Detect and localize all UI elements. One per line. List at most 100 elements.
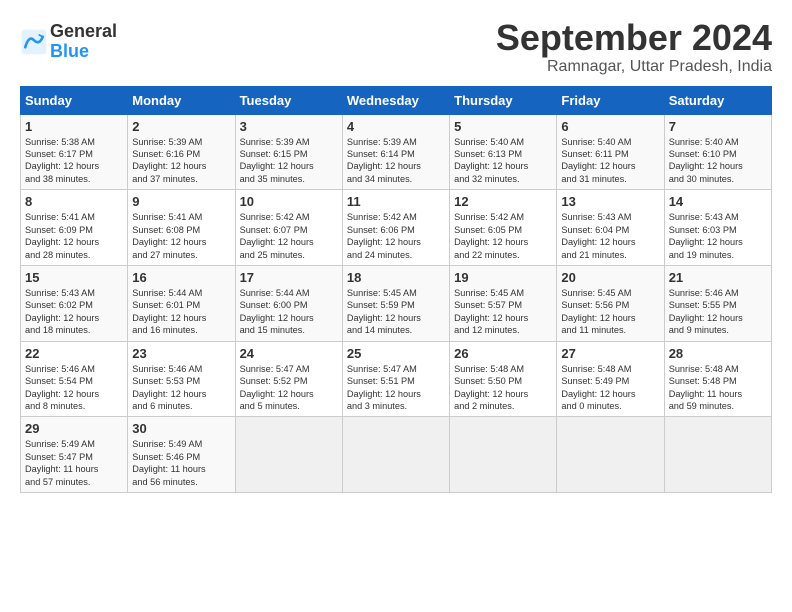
calendar-cell: 12 Sunrise: 5:42 AMSunset: 6:05 PMDayligh… [450, 190, 557, 266]
calendar-cell: 22 Sunrise: 5:46 AMSunset: 5:54 PMDayligh… [21, 341, 128, 417]
day-number: 7 [669, 119, 767, 134]
cell-content: Sunrise: 5:40 AMSunset: 6:13 PMDaylight:… [454, 136, 552, 186]
day-number: 24 [240, 346, 338, 361]
day-number: 30 [132, 421, 230, 436]
cell-content: Sunrise: 5:48 AMSunset: 5:50 PMDaylight:… [454, 363, 552, 413]
calendar-cell: 25Sunrise: 5:47 AMSunset: 5:51 PMDayligh… [342, 341, 449, 417]
calendar-cell: 16 Sunrise: 5:44 AMSunset: 6:01 PMDayligh… [128, 265, 235, 341]
calendar-cell: 21 Sunrise: 5:46 AMSunset: 5:55 PMDayligh… [664, 265, 771, 341]
day-number: 17 [240, 270, 338, 285]
day-number: 2 [132, 119, 230, 134]
calendar-cell: 4 Sunrise: 5:39 AMSunset: 6:14 PMDaylight… [342, 114, 449, 190]
calendar-cell: 6 Sunrise: 5:40 AMSunset: 6:11 PMDaylight… [557, 114, 664, 190]
calendar-cell: 9Sunrise: 5:41 AMSunset: 6:08 PMDaylight… [128, 190, 235, 266]
calendar-cell: 20 Sunrise: 5:45 AMSunset: 5:56 PMDayligh… [557, 265, 664, 341]
calendar-cell: 13 Sunrise: 5:43 AMSunset: 6:04 PMDayligh… [557, 190, 664, 266]
day-number: 9 [132, 194, 230, 209]
day-number: 16 [132, 270, 230, 285]
cell-content: Sunrise: 5:43 AMSunset: 6:04 PMDaylight:… [561, 211, 659, 261]
calendar-week-5: 29 Sunrise: 5:49 AMSunset: 5:47 PMDayligh… [21, 417, 772, 493]
cell-content: Sunrise: 5:47 AMSunset: 5:52 PMDaylight:… [240, 363, 338, 413]
logo-icon [20, 28, 48, 56]
calendar-header: Sunday Monday Tuesday Wednesday Thursday… [21, 86, 772, 114]
cell-content: Sunrise: 5:41 AMSunset: 6:09 PMDaylight:… [25, 211, 123, 261]
calendar-cell: 28Sunrise: 5:48 AMSunset: 5:48 PMDayligh… [664, 341, 771, 417]
cell-content: Sunrise: 5:45 AMSunset: 5:56 PMDaylight:… [561, 287, 659, 337]
col-wednesday: Wednesday [342, 86, 449, 114]
cell-content: Sunrise: 5:47 AMSunset: 5:51 PMDaylight:… [347, 363, 445, 413]
day-number: 22 [25, 346, 123, 361]
day-number: 15 [25, 270, 123, 285]
day-number: 18 [347, 270, 445, 285]
calendar-cell: 3 Sunrise: 5:39 AMSunset: 6:15 PMDaylight… [235, 114, 342, 190]
cell-content: Sunrise: 5:38 AMSunset: 6:17 PMDaylight:… [25, 136, 123, 186]
day-number: 26 [454, 346, 552, 361]
day-number: 20 [561, 270, 659, 285]
logo-general: General [50, 21, 117, 41]
day-number: 8 [25, 194, 123, 209]
page-container: General Blue September 2024 Ramnagar, Ut… [0, 0, 792, 503]
calendar-cell [664, 417, 771, 493]
day-number: 1 [25, 119, 123, 134]
col-saturday: Saturday [664, 86, 771, 114]
day-number: 12 [454, 194, 552, 209]
cell-content: Sunrise: 5:43 AMSunset: 6:03 PMDaylight:… [669, 211, 767, 261]
day-number: 23 [132, 346, 230, 361]
calendar-cell: 30Sunrise: 5:49 AMSunset: 5:46 PMDayligh… [128, 417, 235, 493]
day-number: 3 [240, 119, 338, 134]
day-number: 21 [669, 270, 767, 285]
cell-content: Sunrise: 5:42 AMSunset: 6:06 PMDaylight:… [347, 211, 445, 261]
title-block: September 2024 Ramnagar, Uttar Pradesh, … [496, 18, 772, 76]
calendar-cell: 1 Sunrise: 5:38 AMSunset: 6:17 PMDaylight… [21, 114, 128, 190]
calendar-cell: 10Sunrise: 5:42 AMSunset: 6:07 PMDayligh… [235, 190, 342, 266]
cell-content: Sunrise: 5:39 AMSunset: 6:16 PMDaylight:… [132, 136, 230, 186]
day-number: 13 [561, 194, 659, 209]
calendar-cell: 5Sunrise: 5:40 AMSunset: 6:13 PMDaylight… [450, 114, 557, 190]
cell-content: Sunrise: 5:44 AMSunset: 6:00 PMDaylight:… [240, 287, 338, 337]
col-tuesday: Tuesday [235, 86, 342, 114]
cell-content: Sunrise: 5:46 AMSunset: 5:54 PMDaylight:… [25, 363, 123, 413]
cell-content: Sunrise: 5:44 AMSunset: 6:01 PMDaylight:… [132, 287, 230, 337]
calendar-cell: 8 Sunrise: 5:41 AMSunset: 6:09 PMDaylight… [21, 190, 128, 266]
logo-blue: Blue [50, 41, 89, 61]
header-row: Sunday Monday Tuesday Wednesday Thursday… [21, 86, 772, 114]
cell-content: Sunrise: 5:42 AMSunset: 6:07 PMDaylight:… [240, 211, 338, 261]
cell-content: Sunrise: 5:45 AMSunset: 5:57 PMDaylight:… [454, 287, 552, 337]
cell-content: Sunrise: 5:40 AMSunset: 6:11 PMDaylight:… [561, 136, 659, 186]
calendar-cell [557, 417, 664, 493]
cell-content: Sunrise: 5:42 AMSunset: 6:05 PMDaylight:… [454, 211, 552, 261]
col-sunday: Sunday [21, 86, 128, 114]
calendar-week-2: 8 Sunrise: 5:41 AMSunset: 6:09 PMDaylight… [21, 190, 772, 266]
calendar-cell: 17 Sunrise: 5:44 AMSunset: 6:00 PMDayligh… [235, 265, 342, 341]
location: Ramnagar, Uttar Pradesh, India [496, 58, 772, 76]
calendar-cell: 19Sunrise: 5:45 AMSunset: 5:57 PMDayligh… [450, 265, 557, 341]
day-number: 27 [561, 346, 659, 361]
cell-content: Sunrise: 5:49 AMSunset: 5:47 PMDaylight:… [25, 438, 123, 488]
cell-content: Sunrise: 5:48 AMSunset: 5:49 PMDaylight:… [561, 363, 659, 413]
calendar-cell: 27 Sunrise: 5:48 AMSunset: 5:49 PMDayligh… [557, 341, 664, 417]
calendar-cell: 23Sunrise: 5:46 AMSunset: 5:53 PMDayligh… [128, 341, 235, 417]
cell-content: Sunrise: 5:43 AMSunset: 6:02 PMDaylight:… [25, 287, 123, 337]
cell-content: Sunrise: 5:40 AMSunset: 6:10 PMDaylight:… [669, 136, 767, 186]
calendar-cell: 29 Sunrise: 5:49 AMSunset: 5:47 PMDayligh… [21, 417, 128, 493]
day-number: 11 [347, 194, 445, 209]
calendar-week-4: 22 Sunrise: 5:46 AMSunset: 5:54 PMDayligh… [21, 341, 772, 417]
cell-content: Sunrise: 5:46 AMSunset: 5:55 PMDaylight:… [669, 287, 767, 337]
logo-text: General Blue [50, 22, 117, 62]
cell-content: Sunrise: 5:39 AMSunset: 6:14 PMDaylight:… [347, 136, 445, 186]
calendar-cell: 2 Sunrise: 5:39 AMSunset: 6:16 PMDaylight… [128, 114, 235, 190]
day-number: 29 [25, 421, 123, 436]
calendar-cell: 18 Sunrise: 5:45 AMSunset: 5:59 PMDayligh… [342, 265, 449, 341]
calendar-cell: 15 Sunrise: 5:43 AMSunset: 6:02 PMDayligh… [21, 265, 128, 341]
col-friday: Friday [557, 86, 664, 114]
day-number: 4 [347, 119, 445, 134]
cell-content: Sunrise: 5:39 AMSunset: 6:15 PMDaylight:… [240, 136, 338, 186]
cell-content: Sunrise: 5:45 AMSunset: 5:59 PMDaylight:… [347, 287, 445, 337]
month-year: September 2024 [496, 18, 772, 58]
calendar-cell: 14 Sunrise: 5:43 AMSunset: 6:03 PMDayligh… [664, 190, 771, 266]
calendar-week-3: 15 Sunrise: 5:43 AMSunset: 6:02 PMDayligh… [21, 265, 772, 341]
header: General Blue September 2024 Ramnagar, Ut… [20, 18, 772, 76]
day-number: 14 [669, 194, 767, 209]
calendar-cell: 26 Sunrise: 5:48 AMSunset: 5:50 PMDayligh… [450, 341, 557, 417]
day-number: 6 [561, 119, 659, 134]
